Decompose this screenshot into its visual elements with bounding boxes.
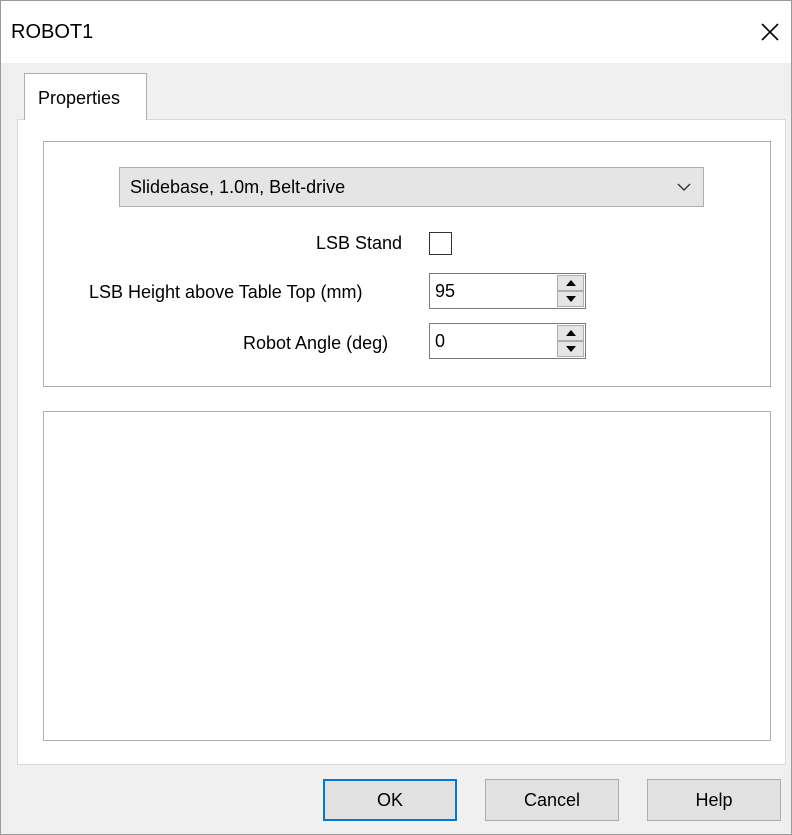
robot-angle-label: Robot Angle (deg) (243, 333, 389, 353)
lsb-height-spin-up-button[interactable] (557, 275, 584, 291)
lsb-height-input[interactable] (430, 274, 555, 308)
tab-properties-label: Properties (38, 88, 121, 108)
lsb-stand-checkbox[interactable] (429, 232, 452, 255)
title-bar: ROBOT1 (1, 1, 791, 63)
preview-panel (43, 411, 771, 741)
lsb-height-spinbox (429, 273, 586, 309)
robot-angle-spin-down-button[interactable] (557, 341, 584, 357)
robot-angle-spin-buttons (557, 325, 584, 357)
lsb-stand-label: LSB Stand (316, 233, 403, 253)
base-type-combobox[interactable]: Slidebase, 1.0m, Belt-drive (119, 167, 704, 207)
cancel-button[interactable]: Cancel (485, 779, 619, 821)
spin-up-icon (565, 280, 576, 286)
robot-angle-input[interactable] (430, 324, 555, 358)
tab-properties[interactable]: Properties (24, 73, 147, 120)
close-icon (761, 23, 779, 41)
lsb-height-label: LSB Height above Table Top (mm) (89, 282, 363, 302)
spin-up-icon (565, 330, 576, 336)
properties-group: Slidebase, 1.0m, Belt-drive LSB Stand LS… (43, 141, 771, 387)
robot-angle-spinbox (429, 323, 586, 359)
spin-down-icon (565, 296, 576, 302)
chevron-down-icon (677, 183, 691, 191)
robot-angle-spin-up-button[interactable] (557, 325, 584, 341)
lsb-height-spin-buttons (557, 275, 584, 307)
lsb-height-spin-down-button[interactable] (557, 291, 584, 307)
help-button[interactable]: Help (647, 779, 781, 821)
dialog-window: ROBOT1 Properties Slidebase, 1.0m, Belt-… (0, 0, 792, 835)
spin-down-icon (565, 346, 576, 352)
properties-tab-page: Slidebase, 1.0m, Belt-drive LSB Stand LS… (17, 119, 786, 765)
close-button[interactable] (753, 15, 787, 49)
ok-button[interactable]: OK (323, 779, 457, 821)
base-type-combobox-value: Slidebase, 1.0m, Belt-drive (130, 177, 346, 197)
window-title: ROBOT1 (11, 21, 94, 43)
